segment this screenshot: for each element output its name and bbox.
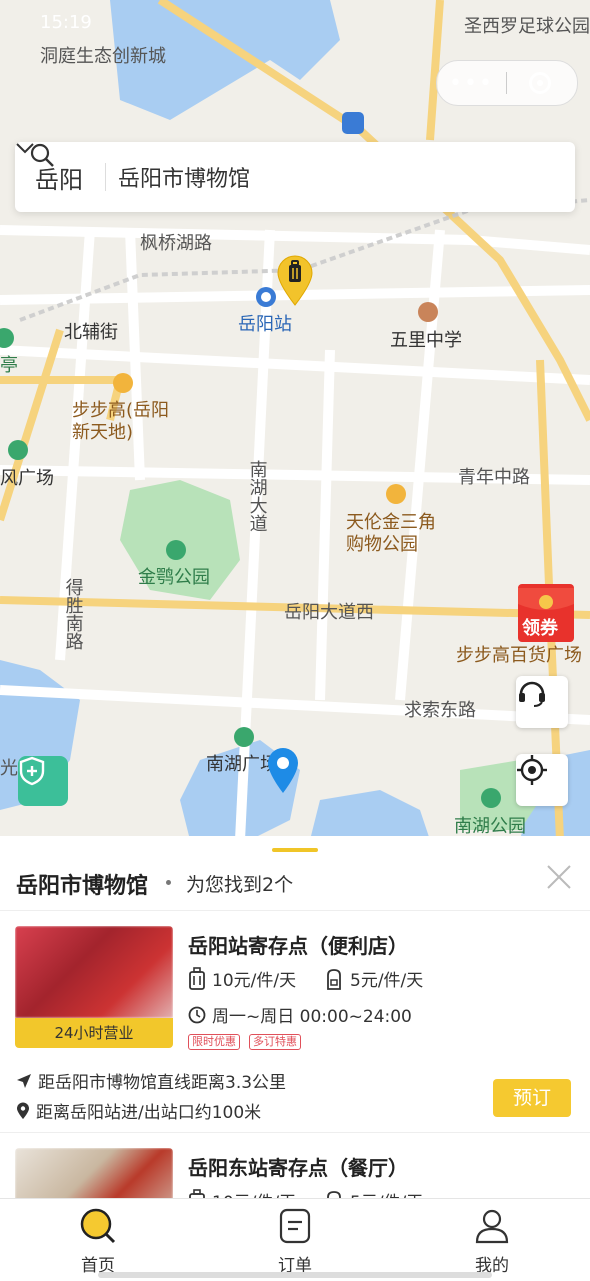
- map-label-beifu-street: 北辅街: [64, 322, 118, 343]
- suitcase-icon: [189, 1188, 205, 1198]
- large-price-text: 10元/件/天: [212, 971, 297, 991]
- more-menu-button[interactable]: •••: [437, 71, 506, 96]
- status-time: 15:19: [40, 12, 92, 33]
- shield-icon: [19, 756, 45, 786]
- title-dot: [166, 880, 171, 885]
- backpack-icon: [327, 968, 341, 990]
- clock-icon: [188, 1006, 206, 1023]
- map-label-desheng-road: 得胜南路: [62, 578, 84, 650]
- capsule-divider: [506, 72, 507, 94]
- station-line: 距离岳阳站进/出站口约100米: [16, 1098, 261, 1123]
- large-price-text: 10元/件/天: [212, 1188, 296, 1198]
- promo-tag: 限时优惠: [188, 1034, 240, 1050]
- map-label-bubugao-plaza[interactable]: 步步高百货广场: [456, 645, 582, 667]
- store-photo-image: [15, 926, 173, 1018]
- safety-shield-button[interactable]: [18, 756, 68, 806]
- small-price-text: 5元/件/天: [350, 1188, 423, 1198]
- station-text: 距离岳阳站进/出站口约100米: [36, 1103, 262, 1123]
- store-photo: [15, 1148, 173, 1198]
- bottom-tab-bar: 首页 订单 我的: [0, 1198, 590, 1281]
- user-icon: [475, 1209, 509, 1244]
- distance-text: 距岳阳市博物馆直线距离3.3公里: [38, 1073, 287, 1093]
- map-label-qingnian-road: 青年中路: [458, 467, 530, 488]
- search-bar: 岳阳 岳阳市博物馆: [15, 142, 575, 212]
- location-pin-icon: [17, 1102, 29, 1119]
- status-bar: 15:19 圣西罗足球公园: [0, 8, 590, 42]
- opening-hours: 周一~周日 00:00~24:00: [188, 1002, 412, 1027]
- orders-icon: [279, 1208, 311, 1244]
- store-name: 岳阳东站寄存点（餐厅）: [188, 1156, 408, 1180]
- distance-line: 距岳阳市博物馆直线距离3.3公里: [16, 1068, 286, 1093]
- tab-home[interactable]: 首页: [38, 1207, 158, 1276]
- opening-hours-text: 周一~周日 00:00~24:00: [212, 1007, 412, 1027]
- coupon-button[interactable]: 领券: [516, 582, 578, 644]
- store-photo: 24小时营业: [15, 926, 173, 1048]
- map-label-wuli-school[interactable]: 五里中学: [390, 330, 462, 352]
- book-button[interactable]: 预订: [493, 1079, 571, 1117]
- promo-tag: 多订特惠: [249, 1034, 301, 1050]
- close-miniprogram-icon[interactable]: [529, 72, 551, 94]
- search-icon: [30, 143, 54, 167]
- small-price-text: 5元/件/天: [350, 971, 424, 991]
- map-label-feng-square: 风广场: [0, 468, 54, 489]
- close-icon[interactable]: [544, 862, 574, 892]
- open-hours-badge: 24小时营业: [15, 1018, 173, 1048]
- locate-me-button[interactable]: [516, 754, 568, 806]
- map-label-fengqiao-road: 枫桥湖路: [140, 233, 212, 254]
- tab-mine[interactable]: 我的: [432, 1207, 552, 1276]
- results-panel: 岳阳市博物馆 为您找到2个 24小时营业 岳阳站寄存点（便利店） 10元/件/天: [0, 836, 590, 1198]
- map-view[interactable]: 洞庭生态创新城 枫桥湖路 岳阳站 北辅街 五里中学 步步高(岳阳新天地) 风广场…: [0, 0, 590, 840]
- result-card[interactable]: 岳阳东站寄存点（餐厅） 10元/件/天 5元/件/天: [0, 1132, 590, 1198]
- map-label-yueyang-avenue-west: 岳阳大道西: [284, 602, 374, 623]
- search-input[interactable]: 岳阳市博物馆: [118, 161, 250, 193]
- store-photo-image: [15, 1148, 173, 1198]
- search-divider: [105, 163, 106, 191]
- tab-orders[interactable]: 订单: [235, 1207, 355, 1276]
- map-label-pavilion: 亭: [0, 355, 18, 376]
- panel-title: 岳阳市博物馆: [16, 874, 149, 899]
- map-label-nanhu-avenue: 南湖大道: [246, 460, 268, 532]
- status-right-text: 圣西罗足球公园: [464, 16, 590, 37]
- drag-handle[interactable]: [272, 848, 318, 852]
- backpack-icon: [327, 1190, 341, 1198]
- crosshair-icon: [517, 755, 547, 785]
- home-indicator: [98, 1272, 492, 1278]
- coupon-label: 领券: [522, 618, 558, 639]
- result-count: 为您找到2个: [186, 874, 294, 896]
- map-label-nanhu-park[interactable]: 南湖公园: [454, 816, 526, 838]
- map-label-qiusuo-road: 求索东路: [404, 700, 476, 721]
- headset-icon: [519, 681, 545, 707]
- suitcase-icon: [189, 966, 205, 990]
- large-luggage-price: 10元/件/天: [188, 1188, 296, 1198]
- miniprogram-capsule: •••: [436, 60, 578, 106]
- large-luggage-price: 10元/件/天: [188, 966, 296, 991]
- small-luggage-price: 5元/件/天: [324, 1188, 423, 1198]
- small-luggage-price: 5元/件/天: [324, 966, 423, 991]
- map-label-yueyang-station[interactable]: 岳阳站: [238, 314, 292, 336]
- map-label-bubugao-xintiandi[interactable]: 步步高(岳阳新天地): [72, 400, 184, 444]
- store-name: 岳阳站寄存点（便利店）: [188, 934, 408, 958]
- home-search-icon: [80, 1208, 116, 1244]
- customer-service-button[interactable]: [516, 676, 568, 728]
- map-label-tianlun-mall[interactable]: 天伦金三角购物公园: [346, 512, 450, 556]
- result-card[interactable]: 24小时营业 岳阳站寄存点（便利店） 10元/件/天 5元/件/天 周一~周日 …: [0, 910, 590, 1132]
- navigation-arrow-icon: [17, 1073, 31, 1088]
- map-label-jine-park[interactable]: 金鹗公园: [138, 567, 210, 589]
- map-label-dongting: 洞庭生态创新城: [40, 46, 166, 67]
